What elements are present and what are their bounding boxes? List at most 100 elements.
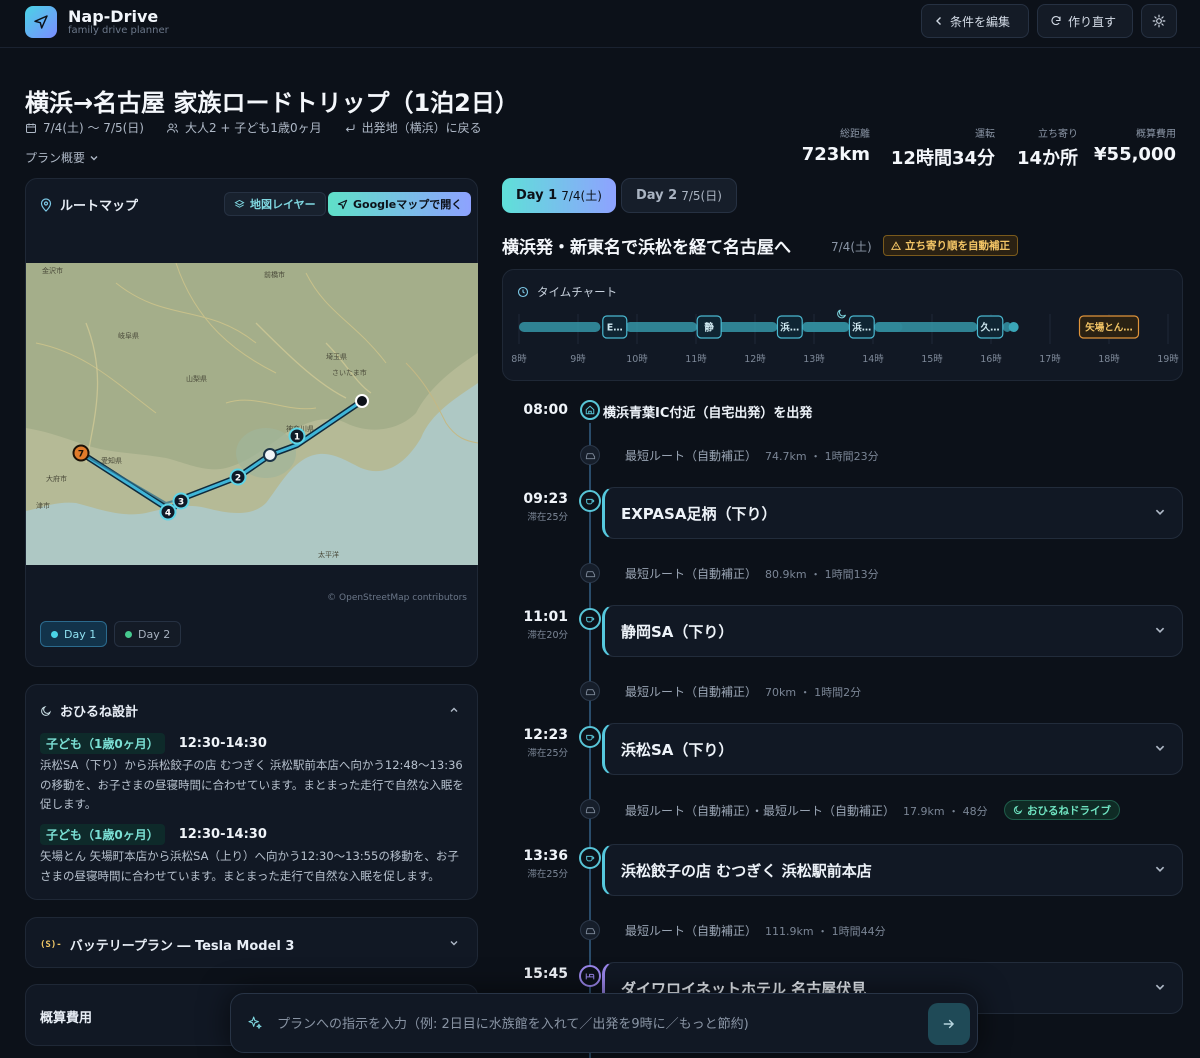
brand-tagline: family drive planner <box>68 25 169 36</box>
send-button[interactable] <box>928 1003 970 1045</box>
stop-block-label: 静 <box>704 322 714 334</box>
warning-icon <box>891 240 901 250</box>
plan-instruction-input[interactable] <box>277 1012 917 1036</box>
hour-tick-label: 8時 <box>511 354 527 365</box>
stop-node <box>579 608 601 630</box>
stop-stay: 滞在25分 <box>527 748 568 759</box>
tab-day2-label: Day 2 <box>636 188 678 203</box>
theme-toggle-button[interactable] <box>1141 4 1177 38</box>
segment-distance: 74.7km ・ 1時間23分 <box>765 449 879 463</box>
stop-name: EXPASA足柄（下り） <box>621 504 777 523</box>
stop-time: 15:45 <box>523 966 568 982</box>
hour-tick-label: 17時 <box>1039 354 1061 365</box>
tab-day2[interactable]: Day 2 7/5(日) <box>621 178 737 213</box>
nap-entry-2-header: 子ども（1歳0ヶ月） 12:30-14:30 <box>40 824 267 845</box>
svg-text:大府市: 大府市 <box>46 474 67 483</box>
stop-card-hamamatsu-sa[interactable]: 浜松SA（下り） <box>602 723 1183 775</box>
route-map-canvas[interactable]: 金沢市前橋市岐阜県 埼玉県さいたま市山梨県 神奈川県愛知県津市 太平洋大府市 1… <box>26 263 478 565</box>
nap-child-badge: 子ども（1歳0ヶ月） <box>40 733 165 754</box>
home-icon <box>585 405 595 415</box>
nap-child-badge: 子ども（1歳0ヶ月） <box>40 824 165 845</box>
segment-route: 最短ルート（自動補正） <box>625 567 758 581</box>
map-marker-2[interactable]: 2 <box>229 468 247 486</box>
stat-driving-time: 運転 12時間34分 <box>891 125 995 170</box>
chevron-down-icon <box>90 155 98 160</box>
stop-time: 12:23 <box>523 727 568 743</box>
hour-tick-label: 18時 <box>1098 354 1120 365</box>
refresh-icon <box>1051 16 1061 26</box>
plan-meta: 7/4(土) 〜 7/5(日) 大人2 + 子ども1歳0ヶ月 出発地（横浜）に戻… <box>25 119 482 136</box>
stop-block-label: 浜… <box>780 322 799 334</box>
map-day2-tab[interactable]: Day 2 <box>114 621 182 647</box>
map-marker-1[interactable]: 1 <box>288 427 306 445</box>
battery-plan-header: (S)- バッテリープラン ― Tesla Model 3 <box>40 935 294 954</box>
route-segment-3: 最短ルート（自動補正） 70km ・ 1時間2分 <box>625 683 861 700</box>
app-root: { "header": { "brand": "Nap-Drive", "tag… <box>0 0 1200 1058</box>
car-icon <box>585 452 595 459</box>
open-google-maps-button[interactable]: Googleマップで開く <box>328 192 472 216</box>
time-chart: 8時 9時 10時 11時 12時 13時 14時 15時 16時 17時 18時 19時 E… 静 浜… 浜… <box>511 309 1179 365</box>
map-marker-7[interactable]: 7 <box>72 444 90 462</box>
top-bar: Nap-Drive family drive planner 条件を編集 作り直… <box>0 0 1200 48</box>
route-segment-2: 最短ルート（自動補正） 80.9km ・ 1時間13分 <box>625 565 879 582</box>
moon-icon <box>1013 805 1023 815</box>
map-day1-tab[interactable]: Day 1 <box>40 621 108 647</box>
plan-overview-label: プラン概要 <box>25 151 86 165</box>
coffee-icon <box>586 498 595 505</box>
map-day1-label: Day 1 <box>64 627 97 641</box>
chevron-down-icon <box>1155 509 1165 515</box>
stop-node <box>579 490 601 512</box>
edit-conditions-button[interactable]: 条件を編集 <box>921 4 1029 38</box>
car-icon <box>585 688 595 695</box>
stop-card-mutsugiku[interactable]: 浜松餃子の店 むつぎく 浜松駅前本店 <box>602 844 1183 896</box>
page-title: 横浜→名古屋 家族ロードトリップ（1泊2日） <box>25 89 519 117</box>
nap-entry-2-text: 矢場とん 矢場町本店から浜松SA（上り）へ向かう12:30〜13:55の移動を、… <box>40 849 459 883</box>
battery-plan-card[interactable]: (S)- バッテリープラン ― Tesla Model 3 <box>25 917 478 968</box>
nap-design-title: おひるね設計 <box>60 705 139 720</box>
edit-conditions-label: 条件を編集 <box>950 14 1011 29</box>
route-map[interactable]: 金沢市前橋市岐阜県 埼玉県さいたま市山梨県 神奈川県愛知県津市 太平洋大府市 1… <box>26 263 478 565</box>
segment-distance: 80.9km ・ 1時間13分 <box>765 567 879 581</box>
people-icon <box>166 123 178 133</box>
open-google-maps-label: Googleマップで開く <box>353 198 463 211</box>
stop-block-label: 久… <box>981 322 1000 334</box>
rebuild-button[interactable]: 作り直す <box>1037 4 1133 38</box>
route-start-marker[interactable] <box>355 394 369 408</box>
segment-route: 最短ルート（自動補正） <box>625 449 758 463</box>
nap-drive-badge: おひるねドライブ <box>1004 800 1120 820</box>
stop-block-label: 浜… <box>852 322 871 334</box>
chevron-down-icon <box>450 941 458 946</box>
svg-text:金沢市: 金沢市 <box>42 266 63 275</box>
drive-bar <box>802 322 850 332</box>
car-node <box>580 920 600 940</box>
nap-time: 12:30-14:30 <box>178 736 267 751</box>
hour-tick-label: 10時 <box>626 354 648 365</box>
map-layers-label: 地図レイヤー <box>250 198 316 211</box>
nap-entry-1-text: 浜松SA（下り）から浜松餃子の店 むつぎく 浜松駅前本店へ向かう12:48〜13… <box>40 758 464 811</box>
map-layers-button[interactable]: 地図レイヤー <box>224 192 326 216</box>
segment-route: 最短ルート（自動補正）・最短ルート（自動補正） <box>625 804 896 818</box>
return-arrow-icon <box>345 124 355 132</box>
plan-overview-toggle[interactable]: プラン概要 <box>25 149 99 166</box>
route-waypoint-marker[interactable] <box>263 448 277 462</box>
hour-tick-label: 9時 <box>570 354 586 365</box>
stop-card-shizuoka-sa[interactable]: 静岡SA（下り） <box>602 605 1183 657</box>
tab-day1[interactable]: Day 1 7/4(土) <box>502 178 616 213</box>
start-node <box>580 400 600 420</box>
auto-reorder-label: 立ち寄り順を自動補正 <box>905 240 1010 252</box>
map-marker-3[interactable]: 3 <box>172 492 190 510</box>
car-node <box>580 563 600 583</box>
chevron-up-icon[interactable] <box>449 705 459 715</box>
plan-dates: 7/4(土) 〜 7/5(日) <box>43 121 144 135</box>
svg-text:太平洋: 太平洋 <box>318 550 339 559</box>
sparkle-icon <box>248 1016 262 1029</box>
hour-tick-label: 13時 <box>803 354 825 365</box>
cost-card-header: 概算費用 <box>40 1007 92 1026</box>
route-map-card: ルートマップ 地図レイヤー Googleマップで開く 金沢市 前橋市 岐阜県 埼玉県… <box>25 178 478 667</box>
day-date: 7/4(土) <box>831 240 872 254</box>
map-attribution: © OpenStreetMap contributors <box>327 593 467 603</box>
stop-card-expasa-ashigara[interactable]: EXPASA足柄（下り） <box>602 487 1183 539</box>
map-marker-4[interactable]: 4 <box>159 503 177 521</box>
route-map-header: ルートマップ <box>40 195 138 214</box>
stop-node <box>579 726 601 748</box>
